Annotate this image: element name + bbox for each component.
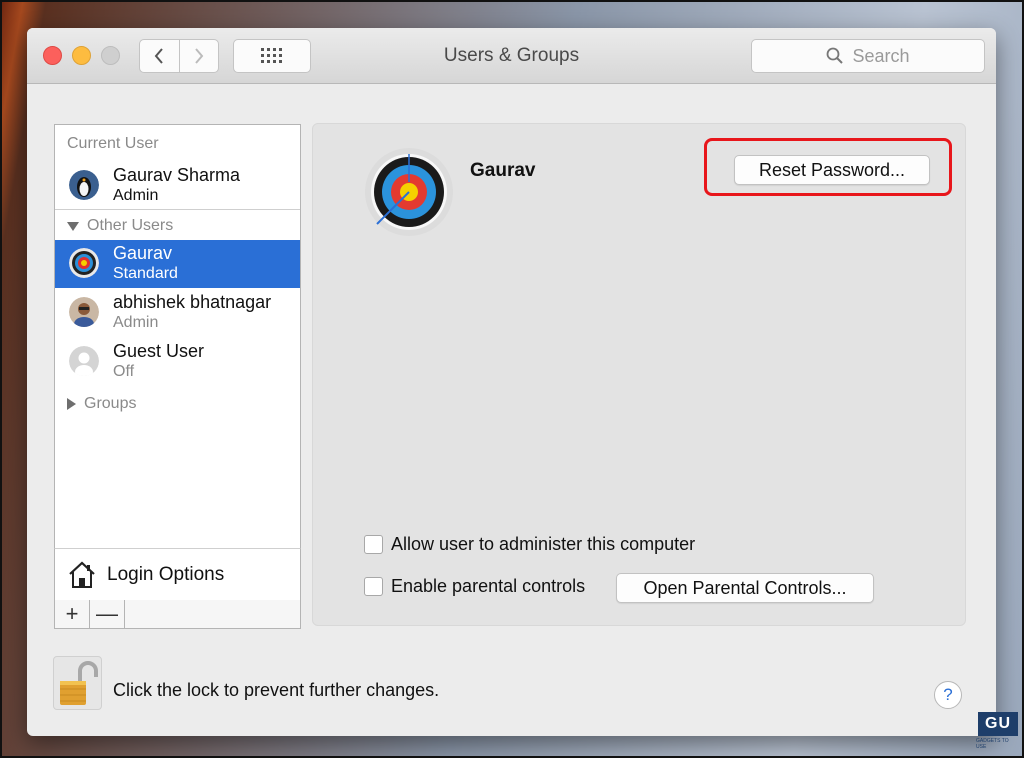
users-groups-window: Users & Groups Search Current User Gaura… bbox=[27, 28, 996, 736]
target-avatar[interactable] bbox=[363, 146, 455, 238]
search-field[interactable]: Search bbox=[751, 39, 985, 73]
add-user-button[interactable]: + bbox=[55, 600, 90, 628]
target-avatar bbox=[69, 248, 99, 278]
search-icon bbox=[827, 47, 844, 64]
parental-controls-label: Enable parental controls bbox=[391, 576, 586, 596]
photo-avatar bbox=[69, 297, 99, 327]
title-bar: Users & Groups Search bbox=[27, 28, 996, 84]
user-role: Admin bbox=[113, 187, 159, 204]
user-role: Standard bbox=[113, 265, 178, 282]
watermark-logo: GU GADGETS TO USE bbox=[976, 712, 1020, 750]
parental-controls-checkbox[interactable] bbox=[364, 577, 383, 596]
allow-admin-label: Allow user to administer this computer bbox=[391, 534, 696, 554]
user-list: Current User Gaurav Sharma Admin Other U… bbox=[54, 124, 301, 550]
user-detail-panel: Gaurav Reset Password... Allow user to a… bbox=[312, 123, 966, 626]
user-row-gaurav-sharma[interactable]: Gaurav Sharma Admin bbox=[55, 162, 300, 210]
user-row-guest[interactable]: Guest User Off bbox=[55, 338, 300, 386]
user-name: Gaurav Sharma bbox=[113, 165, 241, 185]
user-name: Guest User bbox=[113, 341, 205, 361]
watermark-text: GADGETS TO USE bbox=[976, 738, 1009, 750]
parental-controls-row[interactable]: Enable parental controls bbox=[364, 576, 585, 597]
search-placeholder: Search bbox=[852, 45, 910, 66]
selected-user-name: Gaurav bbox=[470, 160, 536, 181]
login-options-label: Login Options bbox=[107, 564, 225, 585]
unlocked-padlock-icon bbox=[60, 661, 98, 705]
user-role: Admin bbox=[113, 314, 159, 331]
watermark-mark: GU bbox=[978, 712, 1018, 736]
lock-button[interactable] bbox=[53, 656, 102, 710]
user-name: abhishek bhatnagar bbox=[113, 292, 272, 312]
remove-user-button[interactable]: — bbox=[90, 600, 125, 628]
divider bbox=[55, 209, 300, 210]
help-button[interactable]: ? bbox=[934, 681, 962, 709]
reset-password-button[interactable]: Reset Password... bbox=[734, 155, 930, 185]
triangle-down-icon bbox=[67, 221, 79, 231]
login-options-item[interactable]: Login Options bbox=[54, 548, 301, 602]
other-users-disclosure[interactable]: Other Users bbox=[67, 217, 173, 235]
allow-admin-checkbox[interactable] bbox=[364, 535, 383, 554]
current-user-header: Current User bbox=[67, 135, 159, 152]
open-parental-controls-button[interactable]: Open Parental Controls... bbox=[616, 573, 874, 603]
penguin-avatar bbox=[69, 170, 99, 200]
groups-disclosure[interactable]: Groups bbox=[67, 395, 136, 413]
guest-avatar bbox=[69, 346, 99, 376]
house-icon bbox=[69, 561, 95, 588]
groups-label: Groups bbox=[84, 395, 137, 412]
lock-message: Click the lock to prevent further change… bbox=[113, 680, 440, 700]
user-name: Gaurav bbox=[113, 243, 173, 263]
user-row-gaurav[interactable]: Gaurav Standard bbox=[55, 240, 300, 288]
user-row-abhishek[interactable]: abhishek bhatnagar Admin bbox=[55, 289, 300, 337]
other-users-header: Other Users bbox=[87, 217, 174, 234]
user-role: Off bbox=[113, 363, 135, 380]
triangle-right-icon bbox=[67, 398, 76, 410]
allow-admin-row[interactable]: Allow user to administer this computer bbox=[364, 534, 695, 555]
add-remove-bar: + — bbox=[54, 600, 301, 629]
